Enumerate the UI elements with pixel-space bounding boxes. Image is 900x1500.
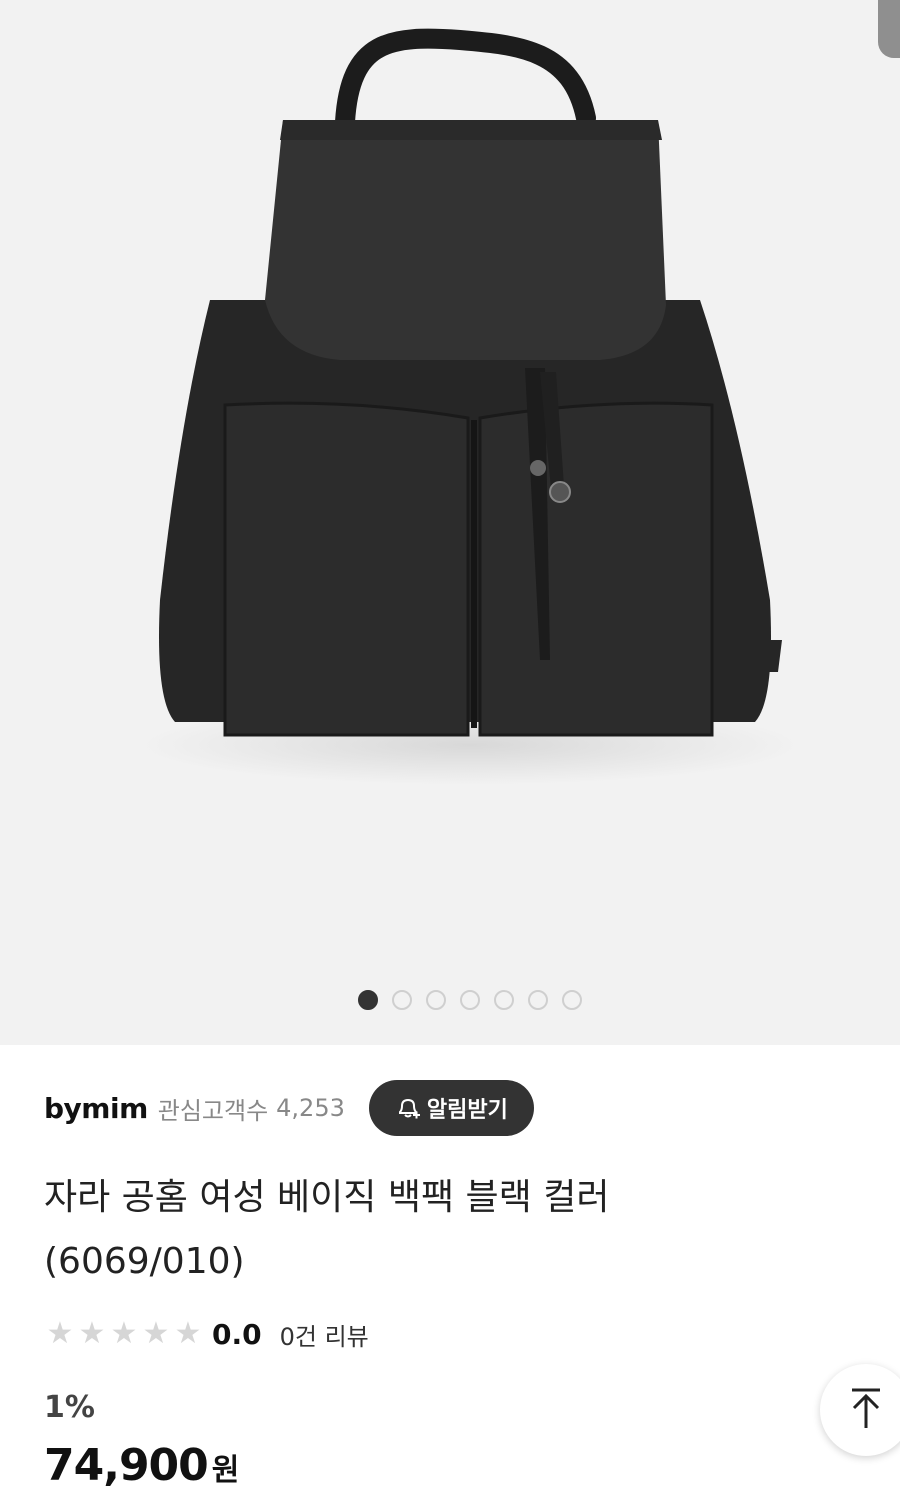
notify-button-label: 알림받기 bbox=[426, 1098, 508, 1123]
gallery-dot[interactable] bbox=[358, 990, 378, 1010]
star-icon: ★ bbox=[110, 1316, 138, 1351]
gallery-dot[interactable] bbox=[494, 990, 514, 1010]
arrow-up-icon bbox=[846, 1386, 886, 1434]
star-icon: ★ bbox=[174, 1316, 202, 1351]
gallery-dot[interactable] bbox=[460, 990, 480, 1010]
price-value: 74,900 bbox=[44, 1440, 209, 1491]
product-title: 자라 공홈 여성 베이직 백팩 블랙 컬러 (6069/010) bbox=[44, 1166, 744, 1294]
rating-row: ★ ★ ★ ★ ★ 0.0 0건 리뷰 bbox=[44, 1314, 369, 1354]
gallery-dot[interactable] bbox=[392, 990, 412, 1010]
follower-label: 관심고객수 bbox=[157, 1096, 269, 1125]
scroll-top-button[interactable] bbox=[820, 1364, 900, 1456]
shop-name-link[interactable]: bymim bbox=[44, 1092, 148, 1125]
shop-info-row: bymim 관심고객수 4,253 알림받기 bbox=[44, 1078, 534, 1138]
review-count-link[interactable]: 0건 리뷰 bbox=[280, 1317, 369, 1352]
star-icon: ★ bbox=[142, 1316, 170, 1351]
follower-count: 4,253 bbox=[276, 1094, 345, 1122]
gallery-dot[interactable] bbox=[426, 990, 446, 1010]
price-row: 74,900 원 bbox=[44, 1440, 239, 1491]
gallery-dot[interactable] bbox=[562, 990, 582, 1010]
scroll-indicator bbox=[878, 0, 900, 58]
notify-button[interactable]: 알림받기 bbox=[368, 1080, 534, 1136]
star-icon: ★ bbox=[46, 1316, 74, 1351]
product-image-gallery[interactable] bbox=[0, 0, 900, 1045]
rating-score: 0.0 bbox=[212, 1317, 262, 1351]
bell-plus-icon bbox=[395, 1095, 421, 1121]
rating-stars: ★ ★ ★ ★ ★ bbox=[44, 1319, 204, 1349]
gallery-pagination bbox=[20, 990, 900, 1014]
price-currency: 원 bbox=[211, 1453, 240, 1488]
product-image bbox=[140, 28, 800, 785]
product-title-line: (6069/010) bbox=[44, 1241, 245, 1282]
star-icon: ★ bbox=[78, 1316, 106, 1351]
gallery-dot[interactable] bbox=[528, 990, 548, 1010]
discount-rate: 1% bbox=[44, 1390, 95, 1425]
product-title-line: 자라 공홈 여성 베이직 백팩 블랙 컬러 bbox=[44, 1177, 610, 1218]
